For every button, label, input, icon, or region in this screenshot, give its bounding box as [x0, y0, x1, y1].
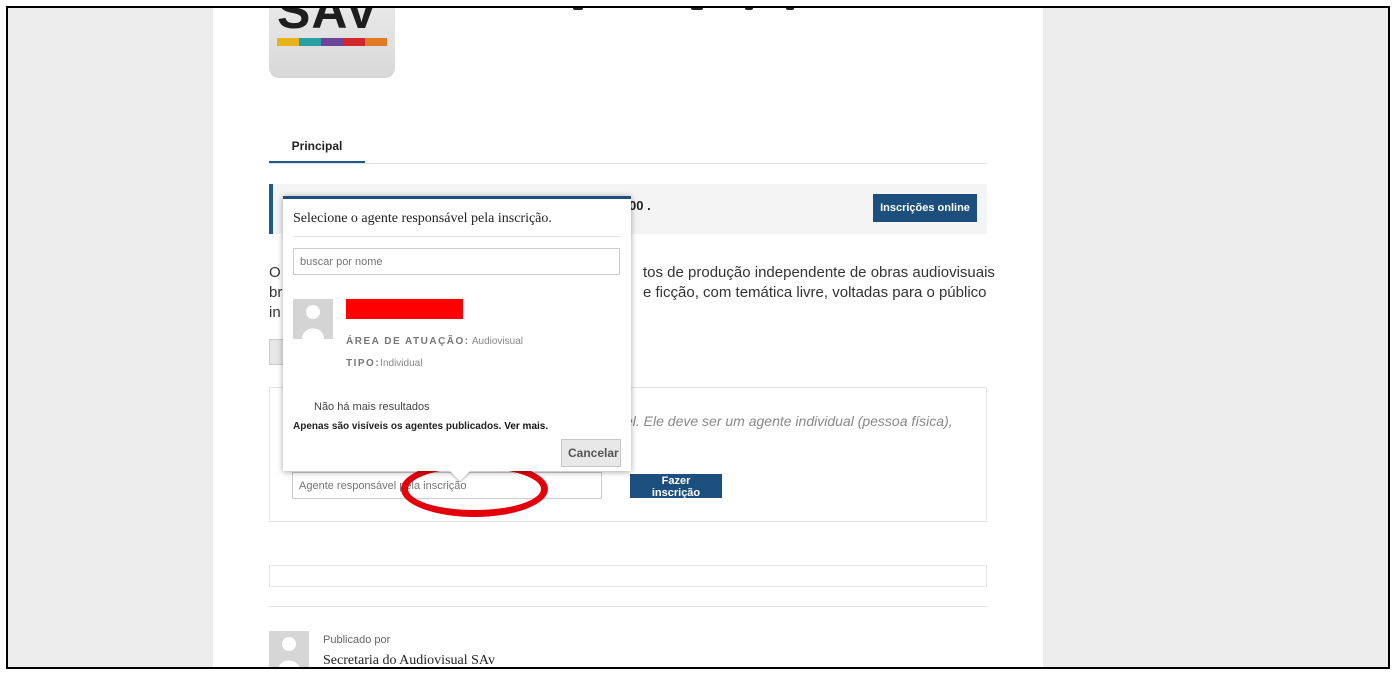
- online-registration-button[interactable]: Inscrições online: [873, 194, 977, 222]
- browser-viewport: SAV Principal 00 . Inscrições online O t…: [6, 6, 1390, 669]
- divider: [293, 236, 620, 237]
- person-icon: [302, 305, 324, 339]
- logo-stripe: [299, 38, 321, 46]
- description-text: O: [269, 264, 281, 281]
- logo-stripe: [277, 38, 299, 46]
- area-label: ÁREA DE ATUAÇÃO:: [346, 336, 470, 347]
- select-agent-popup: Selecione o agente responsável pela insc…: [283, 196, 631, 471]
- agent-avatar: [293, 299, 333, 339]
- description-text: br: [269, 284, 283, 301]
- logo-stripe: [321, 38, 343, 46]
- sav-logo: SAV: [269, 6, 395, 78]
- submit-registration-button[interactable]: Fazer inscrição: [630, 474, 722, 499]
- description-text: in: [269, 304, 281, 321]
- logo-stripe: [343, 38, 365, 46]
- type-label: TIPO:: [346, 358, 381, 369]
- publisher-name[interactable]: Secretaria do Audiovisual SAv: [323, 653, 495, 667]
- empty-section-box: [269, 565, 987, 587]
- agent-result-item[interactable]: ÁREA DE ATUAÇÃO: Audiovisual TIPO:Indivi…: [293, 299, 620, 374]
- agent-search-input[interactable]: [293, 248, 620, 275]
- published-by-label: Publicado por: [323, 634, 391, 646]
- area-value: Audiovisual: [471, 336, 524, 347]
- description-text: tos de produção independente de obras au…: [643, 264, 995, 281]
- logo-text: SAV: [277, 6, 380, 39]
- description-text: e ficção, com temática livre, voltadas p…: [643, 284, 987, 301]
- tab-bar: Principal: [269, 133, 987, 164]
- redacted-agent-name: [346, 299, 463, 319]
- divider: [269, 606, 987, 607]
- person-icon: [278, 637, 300, 667]
- registration-period-text: 00 .: [629, 198, 651, 213]
- tab-principal[interactable]: Principal: [269, 133, 365, 163]
- publisher-avatar: [269, 631, 309, 667]
- registration-instructions: el. Ele deve ser um agente individual (p…: [625, 413, 953, 429]
- page-title-cropped: [573, 8, 873, 12]
- visibility-note-text: Apenas são visíveis os agentes publicado…: [293, 421, 502, 432]
- agent-type: TIPO:Individual: [346, 358, 422, 369]
- responsible-agent-field[interactable]: [292, 472, 602, 499]
- type-value: Individual: [380, 358, 423, 369]
- agent-area: ÁREA DE ATUAÇÃO: Audiovisual: [346, 336, 523, 347]
- visibility-note: Apenas são visíveis os agentes publicado…: [293, 421, 548, 432]
- cancel-button[interactable]: Cancelar: [561, 439, 621, 467]
- no-more-results: Não há mais resultados: [314, 401, 430, 413]
- logo-stripe: [365, 38, 387, 46]
- see-more-link[interactable]: Ver mais.: [504, 421, 548, 432]
- popup-title: Selecione o agente responsável pela insc…: [293, 211, 552, 226]
